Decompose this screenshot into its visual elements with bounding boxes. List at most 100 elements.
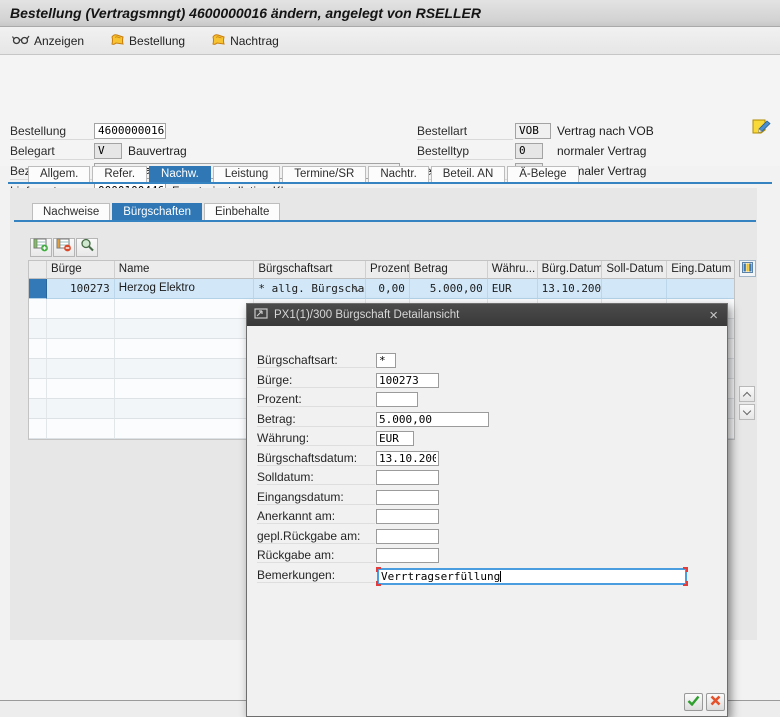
- cell-soll-datum[interactable]: [602, 279, 667, 299]
- row-select-cell[interactable]: [29, 279, 47, 299]
- belegart-field[interactable]: V: [94, 143, 122, 159]
- cell-buergschaftsart-dropdown[interactable]: * allg. Bürgschaft: [254, 279, 366, 299]
- bestellung-field[interactable]: 4600000016: [94, 123, 166, 139]
- grid-header-sel[interactable]: [29, 261, 47, 279]
- main-tab-underline: [8, 182, 772, 184]
- grid-header-buerge[interactable]: Bürge: [47, 261, 115, 279]
- grid-cell-empty: [115, 299, 255, 319]
- eingangsdatum-input[interactable]: [376, 490, 439, 505]
- grid-cell-empty: [47, 359, 115, 379]
- tab-leistung[interactable]: Leistung: [213, 166, 280, 182]
- page-title: Bestellung (Vertragsmngt) 4600000016 änd…: [10, 5, 481, 21]
- tab-termine-sr[interactable]: Termine/SR: [282, 166, 366, 182]
- bestellung-label: Bestellung: [129, 34, 185, 48]
- cancel-button[interactable]: [706, 693, 725, 711]
- grid-cell-empty: [115, 379, 255, 399]
- text-caret: [500, 571, 501, 582]
- tab-allgem[interactable]: Allgem.: [28, 166, 90, 182]
- bestellart-field[interactable]: VOB: [515, 123, 551, 139]
- grid-header-art[interactable]: Bürgschaftsart: [254, 261, 366, 279]
- buergschaftsart-label: Bürgschaftsart:: [257, 353, 375, 368]
- scroll-up-button[interactable]: [739, 386, 755, 402]
- waehrung-input[interactable]: [376, 431, 414, 446]
- anzeigen-label: Anzeigen: [34, 34, 84, 48]
- grid-cell-empty: [29, 299, 47, 319]
- anzeigen-button[interactable]: Anzeigen: [8, 32, 88, 50]
- rueckgabe-am-label: Rückgabe am:: [257, 548, 375, 563]
- subtab-einbehalte[interactable]: Einbehalte: [204, 203, 280, 220]
- grid-row-selected[interactable]: 100273 Herzog Elektro * allg. Bürgschaft…: [29, 279, 734, 299]
- tab-refer[interactable]: Refer.: [92, 166, 147, 182]
- tab-nachtr[interactable]: Nachtr.: [368, 166, 428, 182]
- buergschaftsart-input[interactable]: [376, 353, 396, 368]
- close-icon[interactable]: ×: [707, 308, 720, 323]
- dialog-fields: Bürgschaftsart: Bürge: Prozent: Betrag: …: [257, 353, 719, 587]
- subtab-nachweise[interactable]: Nachweise: [32, 203, 110, 220]
- bestelltyp-desc: normaler Vertrag: [557, 143, 646, 159]
- grid-cell-empty: [47, 419, 115, 439]
- grid-cell-empty: [115, 359, 255, 379]
- buergschaftsdatum-input[interactable]: [376, 451, 439, 466]
- eingangsdatum-label: Eingangsdatum:: [257, 490, 375, 505]
- cell-eing-datum[interactable]: [667, 279, 734, 299]
- anerkannt-am-input[interactable]: [376, 509, 439, 524]
- prozent-input[interactable]: [376, 392, 418, 407]
- grid-header-betrag[interactable]: Betrag: [410, 261, 488, 279]
- dialog-titlebar[interactable]: PX1(1)/300 Bürgschaft Detailansicht ×: [247, 304, 727, 326]
- grid-cell-empty: [29, 359, 47, 379]
- focus-corner: [376, 567, 381, 572]
- grid-cell-empty: [115, 399, 255, 419]
- scroll-down-button[interactable]: [739, 404, 755, 420]
- check-icon: [687, 693, 700, 711]
- insert-row-button[interactable]: [30, 238, 52, 257]
- header-form: Bestellung 4600000016 Belegart V Bauvert…: [0, 55, 780, 166]
- bestelltyp-field[interactable]: 0: [515, 143, 543, 159]
- nachtrag-button[interactable]: Nachtrag: [207, 31, 283, 51]
- nachtrag-label: Nachtrag: [230, 34, 279, 48]
- note-edit-icon[interactable]: [750, 117, 772, 142]
- cell-waehrung[interactable]: EUR: [488, 279, 538, 299]
- focus-corner: [376, 581, 381, 586]
- buerge-input[interactable]: [376, 373, 439, 388]
- buerge-label: Bürge:: [257, 373, 375, 388]
- cell-name[interactable]: Herzog Elektro: [115, 279, 255, 299]
- detail-view-button[interactable]: [76, 238, 98, 257]
- grid-header-prozent[interactable]: Prozent: [366, 261, 410, 279]
- grid-cell-empty: [29, 339, 47, 359]
- subtab-buergschaften[interactable]: Bürgschaften: [112, 203, 202, 220]
- rueckgabe-am-input[interactable]: [376, 548, 439, 563]
- tab-beteil-an[interactable]: Beteil. AN: [431, 166, 506, 182]
- bemerkungen-input[interactable]: Verrtragserfüllung: [377, 568, 687, 585]
- grid-cell-empty: [29, 419, 47, 439]
- grid-header-soll-datum[interactable]: Soll-Datum: [602, 261, 667, 279]
- grid-header-eing-datum[interactable]: Eing.Datum: [667, 261, 734, 279]
- grid-cell-empty: [47, 319, 115, 339]
- cell-betrag[interactable]: 5.000,00: [410, 279, 488, 299]
- grid-header-waehrung[interactable]: Währu...: [488, 261, 538, 279]
- betrag-input[interactable]: [376, 412, 489, 427]
- grid-cell-empty: [29, 399, 47, 419]
- confirm-button[interactable]: [684, 693, 703, 711]
- solldatum-label: Solldatum:: [257, 470, 375, 485]
- tab-ae-belege[interactable]: Ä-Belege: [507, 166, 578, 182]
- chevron-down-icon: [743, 406, 751, 414]
- dialog-buttons: [684, 693, 725, 711]
- delete-row-button[interactable]: [53, 238, 75, 257]
- main-tabstrip: Allgem. Refer. Nachw. Leistung Termine/S…: [28, 166, 579, 182]
- column-config-button[interactable]: [739, 260, 756, 277]
- cell-buerge[interactable]: 100273: [47, 279, 115, 299]
- grid-cell-empty: [115, 419, 255, 439]
- cell-prozent[interactable]: 0,00: [366, 279, 410, 299]
- grid-header-name[interactable]: Name: [115, 261, 255, 279]
- tab-nachw[interactable]: Nachw.: [149, 166, 211, 182]
- gepl-rueckgabe-am-label: gepl.Rückgabe am:: [257, 529, 375, 544]
- belegart-desc: Bauvertrag: [128, 143, 187, 159]
- sub-tab-underline: [14, 220, 756, 222]
- solldatum-input[interactable]: [376, 470, 439, 485]
- dialog-window-icon: [254, 308, 268, 322]
- gepl-rueckgabe-am-input[interactable]: [376, 529, 439, 544]
- cell-buerg-datum[interactable]: 13.10.2008: [538, 279, 603, 299]
- bestellart-desc: Vertrag nach VOB: [557, 123, 654, 139]
- bestellung-button[interactable]: Bestellung: [106, 31, 189, 51]
- grid-header-buerg-datum[interactable]: Bürg.Datum: [538, 261, 603, 279]
